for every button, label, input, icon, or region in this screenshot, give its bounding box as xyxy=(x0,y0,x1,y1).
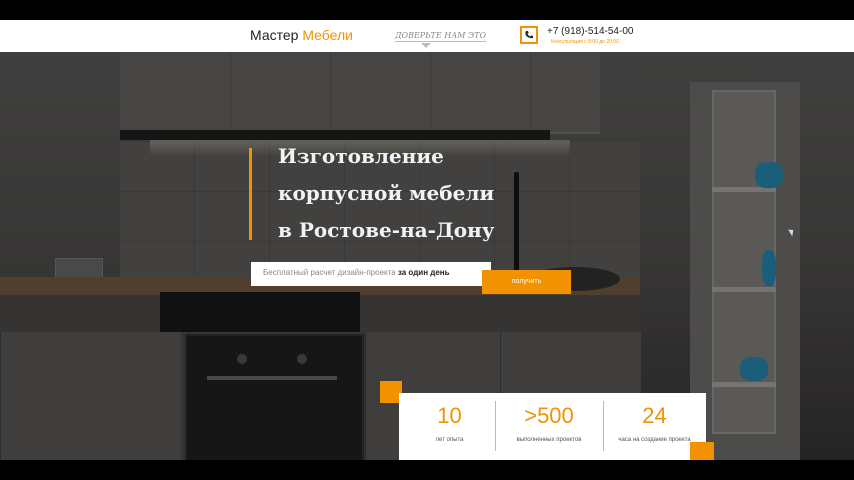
offer-text: Бесплатный расчет дизайн-проекта xyxy=(263,268,396,277)
stat-value: 10 xyxy=(437,403,462,428)
hero-title-line-2: корпусной мебели xyxy=(278,181,495,205)
stat-experience: 10 лет опыта xyxy=(399,393,500,460)
hero-title-line-1: Изготовление xyxy=(278,144,444,168)
working-hours: Консультация с 8:00 до 20:00 xyxy=(551,39,619,45)
phone-icon[interactable] xyxy=(520,26,538,44)
tagline-arrow xyxy=(421,43,431,48)
offer-bold-text: за один день xyxy=(397,268,450,277)
stat-label: лет опыта xyxy=(435,437,464,443)
logo-accent-text: Мебели xyxy=(302,27,353,43)
stat-value: >500 xyxy=(524,403,574,428)
site-header: Мастер Мебели ДОВЕРЬТЕ НАМ ЭТО +7 (918)-… xyxy=(0,20,854,52)
title-accent-bar xyxy=(249,148,252,240)
stat-projects: >500 выполненных проектов xyxy=(495,393,603,460)
stat-label: выполненных проектов xyxy=(516,437,582,443)
offer-field[interactable]: Бесплатный расчет дизайн-проекта за один… xyxy=(251,262,491,286)
get-offer-button[interactable]: получить xyxy=(482,270,571,294)
stats-panel: 10 лет опыта >500 выполненных проектов 2… xyxy=(399,393,706,460)
logo-text: Мастер xyxy=(250,27,299,43)
tagline: ДОВЕРЬТЕ НАМ ЭТО xyxy=(395,31,487,42)
hero-title-line-3: в Ростове-на-Дону xyxy=(278,218,495,242)
stat-value: 24 xyxy=(642,403,667,428)
site-logo[interactable]: Мастер Мебели xyxy=(250,27,353,43)
decor-square xyxy=(690,442,714,460)
phone-number[interactable]: +7 (918)-514-54-00 xyxy=(547,26,633,37)
hero-section: Изготовление корпусной мебели в Ростове-… xyxy=(0,52,854,460)
